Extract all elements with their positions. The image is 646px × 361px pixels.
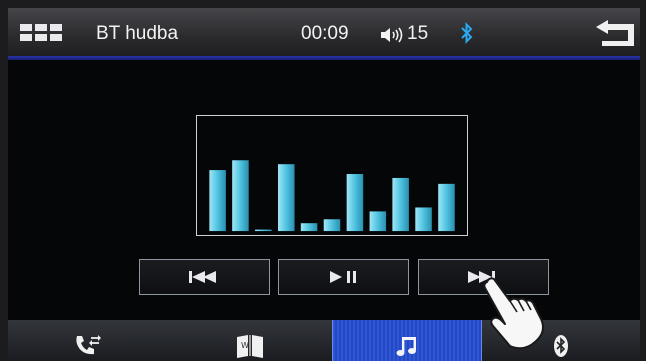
tab-phone[interactable] bbox=[8, 320, 168, 361]
equalizer-bar bbox=[232, 160, 249, 232]
bluetooth-icon bbox=[554, 335, 568, 357]
equalizer-bar bbox=[346, 174, 364, 232]
equalizer-bar bbox=[209, 170, 226, 232]
play-pause-button[interactable] bbox=[278, 259, 409, 295]
play-pause-icon bbox=[329, 271, 356, 283]
previous-track-icon bbox=[188, 271, 216, 283]
bluetooth-status-icon bbox=[460, 22, 474, 49]
back-button[interactable] bbox=[594, 20, 638, 50]
clock: 00:09 bbox=[301, 23, 349, 44]
previous-track-button[interactable] bbox=[139, 259, 270, 295]
back-arrow-icon bbox=[596, 20, 634, 46]
tab-music[interactable] bbox=[332, 320, 482, 361]
car-head-unit-screen: BT hudba 00:09 15 W bbox=[8, 8, 640, 361]
equalizer-bar bbox=[255, 229, 272, 232]
equalizer-bar bbox=[278, 164, 295, 232]
volume-icon bbox=[381, 27, 405, 48]
equalizer-bars bbox=[209, 160, 455, 232]
status-divider bbox=[8, 56, 640, 60]
equalizer-visualizer bbox=[196, 115, 468, 236]
equalizer-bar bbox=[438, 183, 455, 232]
contacts-book-icon: W bbox=[237, 335, 263, 358]
page-title: BT hudba bbox=[96, 23, 179, 44]
status-bar: BT hudba 00:09 15 bbox=[8, 8, 640, 60]
music-note-icon bbox=[396, 337, 416, 356]
equalizer-bar bbox=[415, 207, 432, 232]
pointing-hand-icon bbox=[477, 274, 547, 359]
volume-level: 15 bbox=[407, 23, 429, 44]
equalizer-bar bbox=[392, 177, 409, 232]
equalizer-bar bbox=[323, 219, 341, 232]
menu-grid-icon[interactable] bbox=[20, 24, 64, 42]
svg-text:W: W bbox=[241, 341, 249, 350]
equalizer-bar bbox=[300, 223, 318, 232]
equalizer-bar bbox=[369, 211, 387, 232]
phone-transfer-icon bbox=[76, 335, 101, 355]
tab-contacts[interactable]: W bbox=[168, 320, 332, 361]
